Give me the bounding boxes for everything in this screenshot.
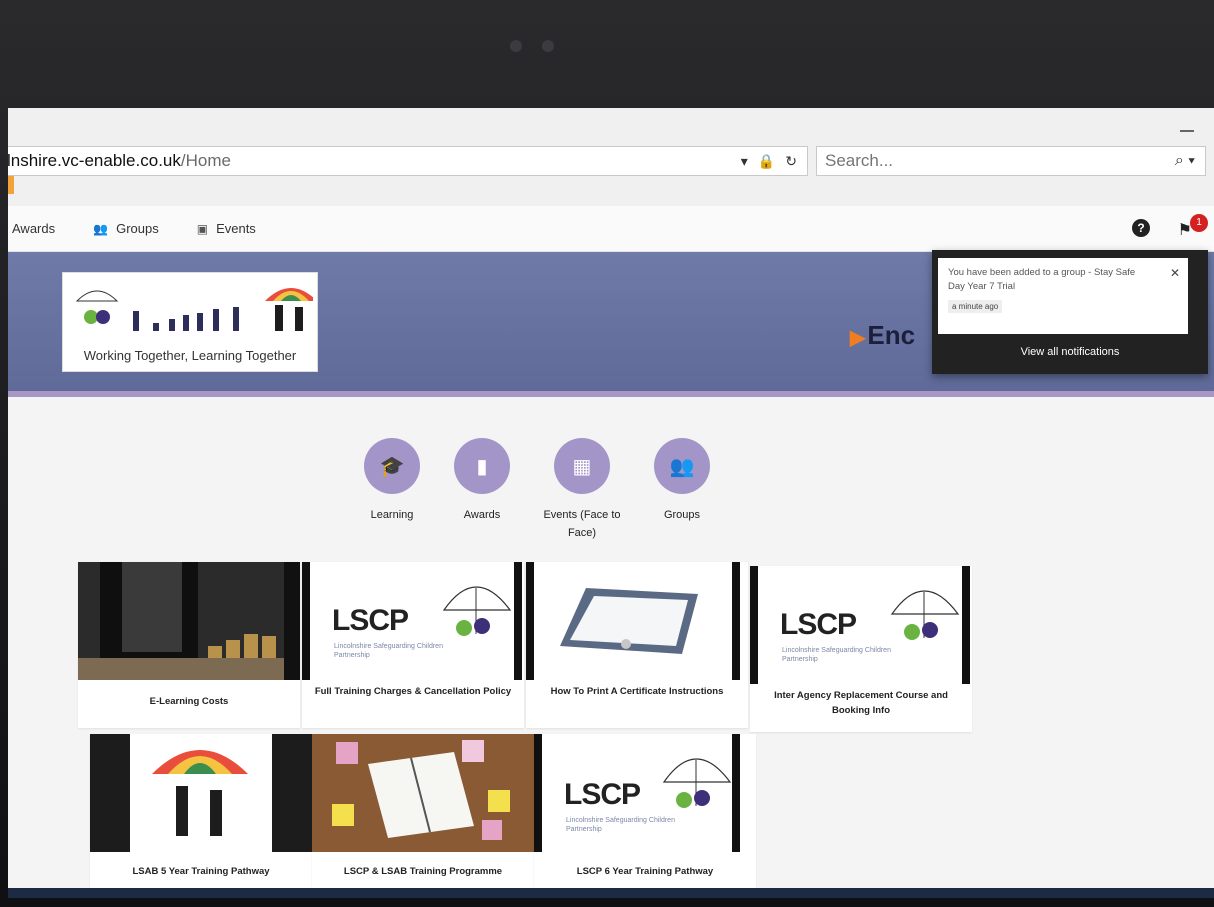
umbrella-children-icon [442, 586, 512, 636]
lscp-logo-text: LSCP [780, 608, 857, 641]
tile-caption: LSCP & LSAB Training Programme [343, 866, 503, 877]
tile-image [78, 562, 300, 680]
tile-image [90, 734, 312, 852]
tile-caption: LSCP 6 Year Training Pathway [576, 866, 714, 877]
tile-bar [962, 566, 970, 684]
tile-caption: E-Learning Costs [149, 696, 229, 707]
tile-image [312, 734, 534, 852]
tile-bar [534, 734, 542, 852]
umbrella-couple-image [90, 734, 312, 852]
tile-image: LSCP Lincolnshire Safeguarding Children … [302, 562, 524, 680]
quick-links: 🎓 Learning ▮ Awards ▦ Events (Face to Fa… [342, 438, 712, 548]
dropdown-arrow-icon[interactable]: ▾ [741, 153, 748, 170]
tile-caption: Full Training Charges & Cancellation Pol… [314, 686, 512, 697]
tile-bar [302, 562, 310, 680]
tile-lsab-pathway[interactable]: LSAB 5 Year Training Pathway [90, 734, 312, 898]
brand-text: Enc [867, 320, 916, 350]
address-bar[interactable]: lnshire.vc-enable.co.uk /Home ▾ 🔒 ↻ [8, 146, 808, 176]
tile-elearning-costs[interactable]: E-Learning Costs [78, 562, 300, 728]
tile-bar [750, 566, 758, 684]
nav-item-groups[interactable]: 👥 Groups [93, 221, 159, 236]
umbrella-children-icon [890, 590, 960, 640]
nav-label: Groups [116, 221, 159, 236]
site-nav: Awards 👥 Groups ▣ Events ? ⚑ 1 [8, 206, 1214, 252]
quick-link-label: Learning [370, 509, 414, 521]
nav-label: Awards [12, 221, 56, 236]
refresh-icon[interactable]: ↻ [785, 153, 797, 170]
url-host: lnshire.vc-enable.co.uk [8, 151, 181, 170]
address-tools: ▾ 🔒 ↻ [741, 153, 807, 170]
browser-search-box[interactable]: ⌕ ▾ [816, 146, 1206, 176]
calendar-icon: ▦ [554, 438, 610, 494]
tile-training-programme[interactable]: LSCP & LSAB Training Programme [312, 734, 534, 898]
lscp-logo-text: LSCP [332, 604, 409, 637]
quick-link-events[interactable]: ▦ Events (Face to Face) [532, 438, 632, 542]
search-input[interactable] [817, 151, 1175, 171]
tile-lscp-pathway[interactable]: LSCP Lincolnshire Safeguarding Children … [534, 734, 756, 898]
lsab-logo-icon [75, 288, 313, 331]
notification-badge[interactable]: 1 [1190, 214, 1208, 232]
brand-arrow-icon: ▶ [850, 327, 866, 349]
certificate-image [526, 562, 740, 680]
nav-item-awards[interactable]: Awards [12, 221, 55, 236]
logo-tagline: Working Together, Learning Together [83, 348, 297, 363]
quick-link-learning[interactable]: 🎓 Learning [342, 438, 442, 524]
tile-print-certificate[interactable]: How To Print A Certificate Instructions [526, 562, 748, 728]
tile-bar [514, 562, 522, 680]
lscp-logo-text: LSCP [564, 778, 641, 811]
webcam-sensor [542, 40, 554, 52]
favicon [8, 176, 14, 194]
calendar-icon: ▣ [196, 221, 209, 236]
tile-image: LSCP Lincolnshire Safeguarding Children … [534, 734, 756, 852]
quick-link-label: Groups [663, 509, 701, 521]
search-icon[interactable]: ⌕ ▾ [1175, 152, 1205, 170]
lock-icon[interactable]: 🔒 [758, 153, 775, 170]
tile-inter-agency[interactable]: LSCP Lincolnshire Safeguarding Children … [750, 566, 972, 732]
lscp-logo-subtitle: Lincolnshire Safeguarding Children Partn… [782, 647, 891, 663]
tile-caption: Inter Agency Replacement Course and Book… [774, 690, 948, 716]
quick-link-groups[interactable]: 👥 Groups [632, 438, 732, 524]
help-icon[interactable]: ? [1132, 219, 1150, 237]
quick-link-awards[interactable]: ▮ Awards [432, 438, 532, 524]
webcam-lens [510, 40, 522, 52]
book-icon: ▮ [454, 438, 510, 494]
laptop-coins-image [78, 562, 300, 680]
url-path: /Home [180, 151, 231, 170]
close-icon[interactable]: ✕ [1170, 266, 1180, 280]
tile-training-charges[interactable]: LSCP Lincolnshire Safeguarding Children … [302, 562, 524, 728]
notebook-image [312, 734, 534, 852]
lscp-logo-subtitle: Lincolnshire Safeguarding Children Partn… [334, 643, 443, 659]
notification-item[interactable]: You have been added to a group - Stay Sa… [938, 258, 1188, 334]
nav-item-events[interactable]: ▣ Events [197, 221, 256, 236]
notification-time: a minute ago [948, 300, 1003, 313]
site-logo[interactable]: Working Together, Learning Together [62, 272, 318, 372]
brand-title: ▶Enc [850, 320, 915, 351]
os-taskbar [8, 888, 1214, 898]
tile-image: LSCP Lincolnshire Safeguarding Children … [750, 566, 972, 684]
nav-label: Events [216, 221, 256, 236]
minimize-button[interactable] [1180, 130, 1194, 132]
tile-image [526, 562, 748, 680]
groups-icon: 👥 [93, 221, 109, 236]
groups-icon: 👥 [654, 438, 710, 494]
quick-link-label: Events (Face to Face) [543, 509, 621, 539]
view-all-notifications-link[interactable]: View all notifications [932, 346, 1208, 358]
banner-stripe [8, 391, 1214, 397]
browser-window: lnshire.vc-enable.co.uk /Home ▾ 🔒 ↻ ⌕ ▾ … [8, 108, 1214, 898]
quick-link-label: Awards [463, 509, 501, 521]
tile-caption: How To Print A Certificate Instructions [550, 686, 724, 697]
tile-caption: LSAB 5 Year Training Pathway [132, 866, 270, 877]
browser-chrome: lnshire.vc-enable.co.uk /Home ▾ 🔒 ↻ ⌕ ▾ [8, 108, 1214, 206]
graduation-cap-icon: 🎓 [364, 438, 420, 494]
notifications-dropdown: You have been added to a group - Stay Sa… [932, 250, 1208, 374]
notification-message: You have been added to a group - Stay Sa… [948, 267, 1136, 292]
umbrella-children-icon [662, 758, 732, 808]
